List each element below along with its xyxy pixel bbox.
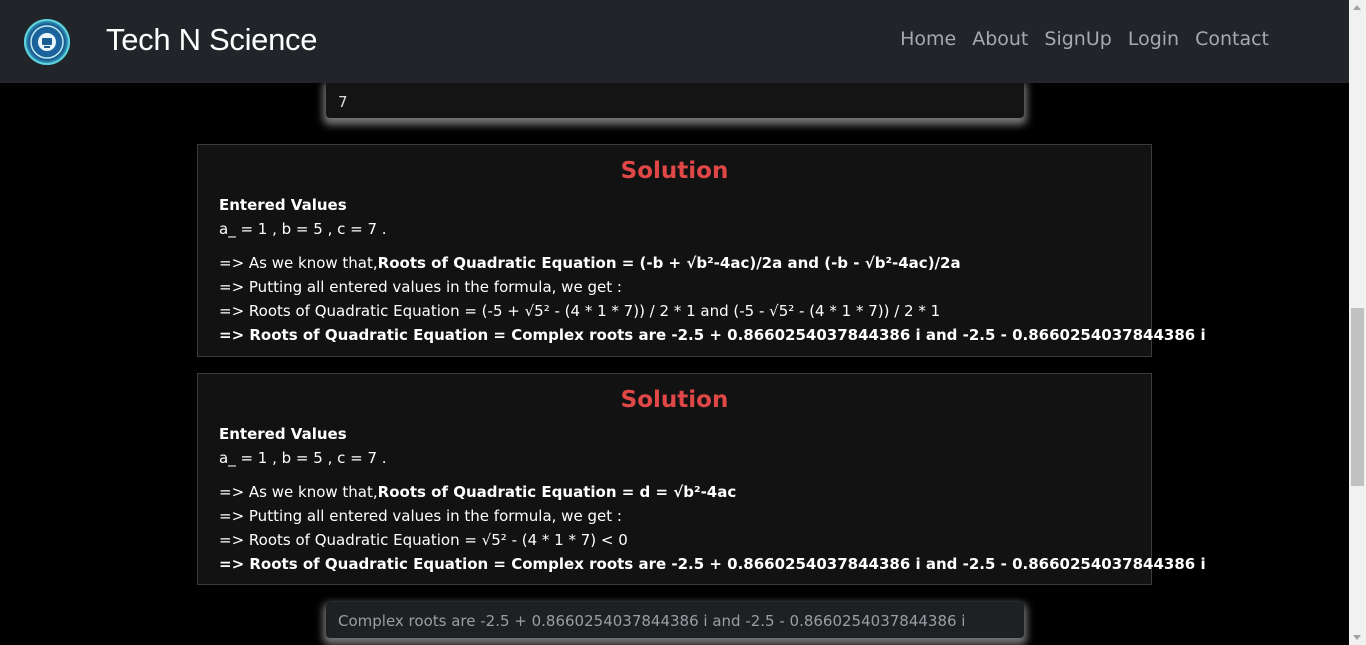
- formula-prefix: => As we know that,: [219, 483, 378, 501]
- formula-line: => As we know that,Roots of Quadratic Eq…: [219, 251, 1130, 275]
- scroll-up-arrow-icon[interactable]: [1353, 5, 1361, 10]
- result-line: => Roots of Quadratic Equation = Complex…: [219, 555, 1206, 573]
- formula-prefix: => As we know that,: [219, 254, 378, 272]
- result-line: => Roots of Quadratic Equation = Complex…: [219, 326, 1206, 344]
- nav-links: Home About SignUp Login Contact: [892, 28, 1277, 50]
- solution-title: Solution: [620, 387, 729, 413]
- nav-link-login[interactable]: Login: [1120, 28, 1187, 50]
- solution-panel-roots: Solution Entered Values a_ = 1 , b = 5 ,…: [197, 144, 1206, 357]
- brand-name[interactable]: Tech N Science: [106, 22, 317, 58]
- value-c-input[interactable]: 7: [326, 80, 1024, 118]
- substituted-line: => Roots of Quadratic Equation = √5² - (…: [219, 531, 628, 549]
- nav-link-about[interactable]: About: [964, 28, 1036, 50]
- solution-panel-discriminant: Solution Entered Values a_ = 1 , b = 5 ,…: [197, 373, 1206, 585]
- scroll-down-arrow-icon[interactable]: [1353, 635, 1361, 640]
- formula-text: Roots of Quadratic Equation = (-b + √b²-…: [377, 254, 961, 272]
- scrollbar-thumb[interactable]: [1351, 308, 1364, 486]
- nav-link-contact[interactable]: Contact: [1187, 28, 1277, 50]
- substituted-line: => Roots of Quadratic Equation = (-5 + √…: [219, 302, 941, 320]
- entered-values: a_ = 1 , b = 5 , c = 7 .: [219, 449, 387, 467]
- navbar: Tech N Science Home About SignUp Login C…: [0, 0, 1349, 83]
- formula-text: Roots of Quadratic Equation = d = √b²-4a…: [377, 483, 737, 501]
- page-scrollbar[interactable]: [1349, 0, 1366, 645]
- putting-values-line: => Putting all entered values in the for…: [219, 507, 622, 525]
- entered-values-label: Entered Values: [219, 425, 347, 443]
- brand-logo-icon[interactable]: [24, 19, 70, 65]
- putting-values-line: => Putting all entered values in the for…: [219, 278, 622, 296]
- solution-title: Solution: [620, 158, 729, 184]
- nav-link-signup[interactable]: SignUp: [1036, 28, 1119, 50]
- page: Tech N Science Home About SignUp Login C…: [0, 0, 1366, 645]
- entered-values-label: Entered Values: [219, 196, 347, 214]
- formula-line: => As we know that,Roots of Quadratic Eq…: [219, 480, 1130, 504]
- result-output-field[interactable]: Complex roots are -2.5 + 0.8660254037844…: [326, 602, 1024, 638]
- nav-link-home[interactable]: Home: [892, 28, 964, 50]
- entered-values: a_ = 1 , b = 5 , c = 7 .: [219, 220, 387, 238]
